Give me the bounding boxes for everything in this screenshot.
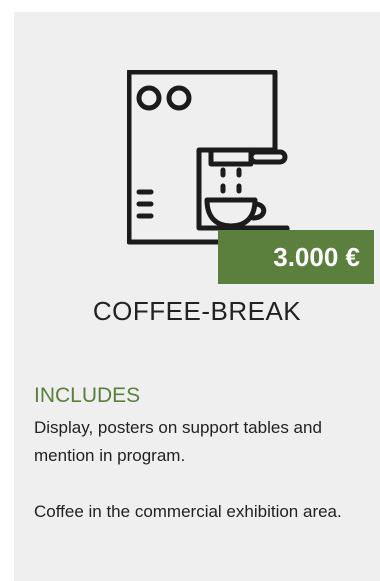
includes-heading: INCLUDES [34, 384, 141, 407]
price-badge: 3.000 € [218, 230, 374, 284]
includes-description: Display, posters on support tables and m… [34, 414, 374, 526]
coffee-machine-icon [126, 69, 307, 250]
package-title: COFFEE-BREAK [92, 296, 302, 326]
includes-paragraph: Coffee in the commercial exhibition area… [34, 502, 342, 521]
includes-paragraph: Display, posters on support tables and m… [34, 418, 322, 465]
coffee-break-card: 3.000 € COFFEE-BREAK INCLUDES Display, p… [14, 12, 380, 581]
